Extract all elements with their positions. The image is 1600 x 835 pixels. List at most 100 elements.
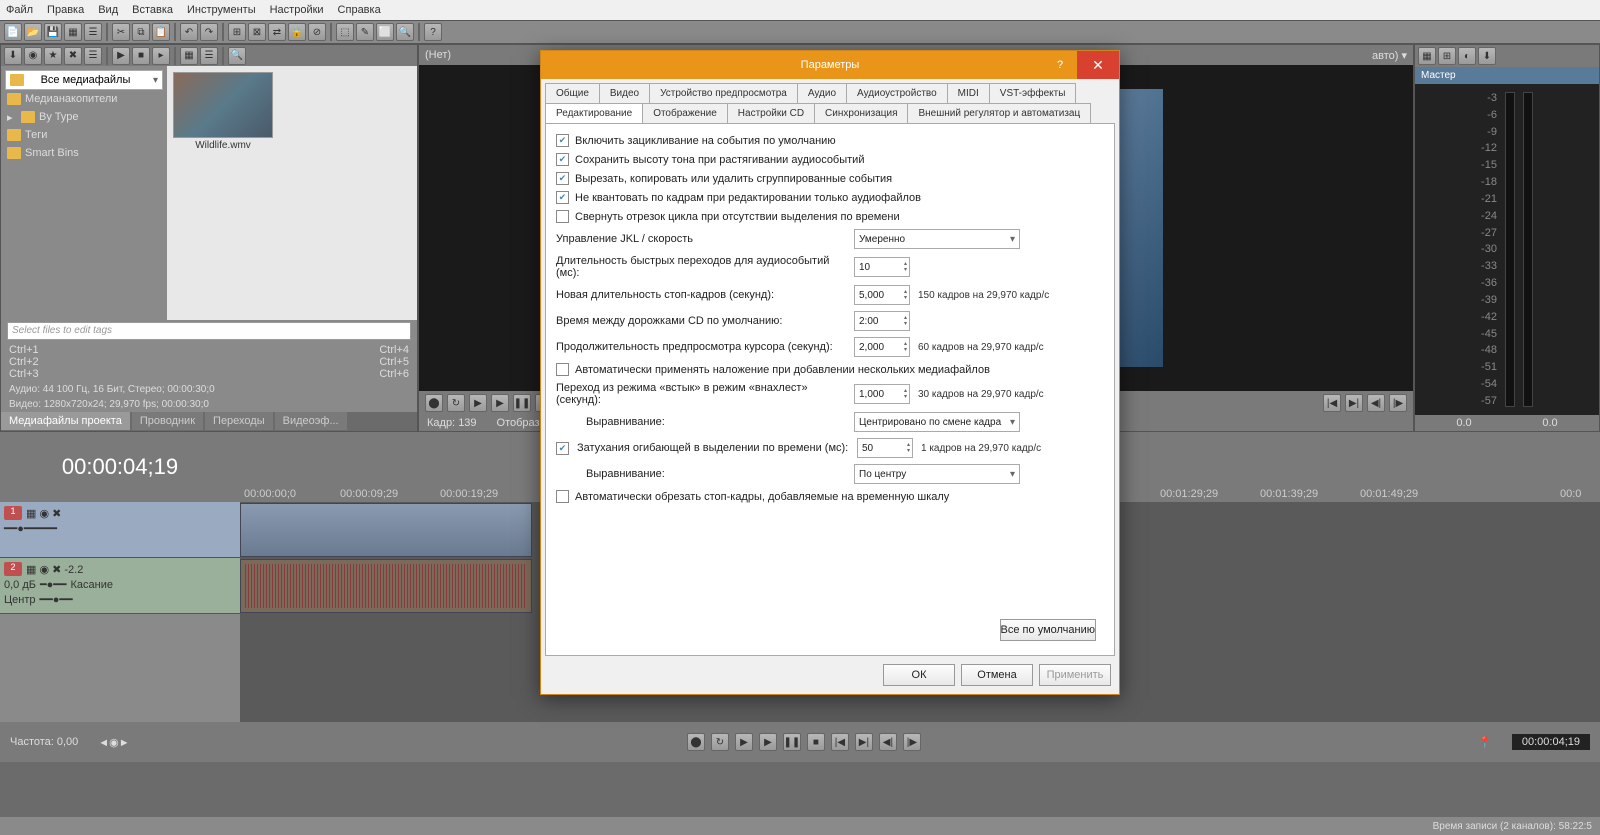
snap-icon[interactable]: ⊞ <box>228 23 246 41</box>
chk-quantize[interactable]: ✔ <box>556 191 569 204</box>
sel-jkl[interactable]: Умеренно <box>854 229 1020 249</box>
media-item[interactable]: Wildlife.wmv <box>173 72 273 151</box>
menu-insert[interactable]: Вставка <box>132 4 173 16</box>
tab-external[interactable]: Внешний регулятор и автоматизац <box>907 103 1091 123</box>
transport-loop-icon[interactable]: ↻ <box>711 733 729 751</box>
dialog-close-icon[interactable]: ✕ <box>1077 51 1119 79</box>
tree-all-media[interactable]: Все медиафайлы <box>5 70 163 90</box>
scrub-handle-icon[interactable]: ◄◉► <box>98 736 129 749</box>
autoplay-icon[interactable]: ▸ <box>152 47 170 65</box>
marker-icon[interactable]: 📍 <box>1478 736 1492 749</box>
tab-video[interactable]: Видео <box>599 83 650 103</box>
tab-general[interactable]: Общие <box>545 83 600 103</box>
normal-tool-icon[interactable]: ⬚ <box>336 23 354 41</box>
btn-defaults[interactable]: Все по умолчанию <box>1000 619 1096 641</box>
media-fx-icon[interactable]: ★ <box>44 47 62 65</box>
chk-pitch[interactable]: ✔ <box>556 153 569 166</box>
ignore-icon[interactable]: ⊘ <box>308 23 326 41</box>
undo-icon[interactable]: ↶ <box>180 23 198 41</box>
transport-position[interactable]: 00:00:04;19 <box>1512 734 1590 750</box>
tab-editing[interactable]: Редактирование <box>545 103 643 123</box>
tab-vst[interactable]: VST-эффекты <box>989 83 1077 103</box>
paste-icon[interactable]: 📋 <box>152 23 170 41</box>
tab-midi[interactable]: MIDI <box>947 83 990 103</box>
audio-track-header[interactable]: 2▦ ◉ ✖ -2.2 0,0 дБ ━●━━ Касание Центр ━━… <box>0 558 240 614</box>
master-insert-icon[interactable]: ⊞ <box>1438 47 1456 65</box>
transport-pause-icon[interactable]: ❚❚ <box>783 733 801 751</box>
chk-fades[interactable]: ✔ <box>556 442 569 455</box>
transport-playstart-icon[interactable]: ▶ <box>735 733 753 751</box>
menu-view[interactable]: Вид <box>98 4 118 16</box>
tree-drives[interactable]: Медианакопители <box>5 90 163 108</box>
stop-icon[interactable]: ■ <box>132 47 150 65</box>
chk-collapse[interactable] <box>556 210 569 223</box>
envelope-tool-icon[interactable]: ✎ <box>356 23 374 41</box>
redo-icon[interactable]: ↷ <box>200 23 218 41</box>
copy-icon[interactable]: ⧉ <box>132 23 150 41</box>
select-tool-icon[interactable]: ⬜ <box>376 23 394 41</box>
btn-ok[interactable]: ОК <box>883 664 955 686</box>
help-tool-icon[interactable]: ? <box>424 23 442 41</box>
spin-fade[interactable]: 50 <box>857 438 913 458</box>
spin-still[interactable]: 5,000 <box>854 285 910 305</box>
dialog-titlebar[interactable]: Параметры ? ✕ <box>541 51 1119 79</box>
btn-apply[interactable]: Применить <box>1039 664 1111 686</box>
tree-tags[interactable]: Теги <box>5 126 163 144</box>
chk-overlap[interactable] <box>556 363 569 376</box>
zoom-tool-icon[interactable]: 🔍 <box>396 23 414 41</box>
menu-settings[interactable]: Настройки <box>270 4 324 16</box>
tab-audio-device[interactable]: Аудиоустройство <box>846 83 948 103</box>
master-fx-icon[interactable]: ▦ <box>1418 47 1436 65</box>
chk-grouped[interactable]: ✔ <box>556 172 569 185</box>
autoripple-icon[interactable]: ⇄ <box>268 23 286 41</box>
master-down-icon[interactable]: ⬇ <box>1478 47 1496 65</box>
spin-cursor[interactable]: 2,000 <box>854 337 910 357</box>
cut-icon[interactable]: ✂ <box>112 23 130 41</box>
preview-goend-icon[interactable]: ▶| <box>1345 394 1363 412</box>
tab-preview-device[interactable]: Устройство предпросмотра <box>649 83 798 103</box>
tags-input[interactable]: Select files to edit tags <box>7 322 411 340</box>
tab-explorer[interactable]: Проводник <box>132 412 203 430</box>
transport-stop-icon[interactable]: ■ <box>807 733 825 751</box>
render-icon[interactable]: ▦ <box>64 23 82 41</box>
menu-edit[interactable]: Правка <box>47 4 84 16</box>
menu-file[interactable]: Файл <box>6 4 33 16</box>
video-clip[interactable] <box>240 503 532 557</box>
tab-transitions[interactable]: Переходы <box>205 412 273 430</box>
preview-quality-dropdown[interactable]: авто) ▾ <box>1372 49 1407 62</box>
transport-nextframe-icon[interactable]: |▶ <box>903 733 921 751</box>
preview-play-start-icon[interactable]: ▶ <box>469 394 487 412</box>
preview-record-icon[interactable]: ⬤ <box>425 394 443 412</box>
transport-record-icon[interactable]: ⬤ <box>687 733 705 751</box>
tab-cd[interactable]: Настройки CD <box>727 103 815 123</box>
sel-align2[interactable]: По центру <box>854 464 1020 484</box>
capture-icon[interactable]: ◉ <box>24 47 42 65</box>
preview-gostart-icon[interactable]: |◀ <box>1323 394 1341 412</box>
tree-bytype[interactable]: ▸By Type <box>5 108 163 126</box>
tree-smartbins[interactable]: Smart Bins <box>5 144 163 162</box>
transport-gostart-icon[interactable]: |◀ <box>831 733 849 751</box>
play-icon[interactable]: ▶ <box>112 47 130 65</box>
remove-icon[interactable]: ✖ <box>64 47 82 65</box>
preview-loop-icon[interactable]: ↻ <box>447 394 465 412</box>
open-icon[interactable]: 📂 <box>24 23 42 41</box>
views-icon[interactable]: ▦ <box>180 47 198 65</box>
master-dim-icon[interactable]: ◐ <box>1458 47 1476 65</box>
menu-tools[interactable]: Инструменты <box>187 4 256 16</box>
tab-videofx[interactable]: Видеоэф... <box>275 412 347 430</box>
spin-cut[interactable]: 1,000 <box>854 384 910 404</box>
new-icon[interactable]: 📄 <box>4 23 22 41</box>
autocross-icon[interactable]: ⊠ <box>248 23 266 41</box>
tab-project-media[interactable]: Медиафайлы проекта <box>1 412 130 430</box>
chk-autocrop[interactable] <box>556 490 569 503</box>
video-track-header[interactable]: 1▦ ◉ ✖ ━━●━━━━━ <box>0 502 240 558</box>
spin-cd[interactable]: 2:00 <box>854 311 910 331</box>
spin-fast[interactable]: 10 <box>854 257 910 277</box>
preview-nextframe-icon[interactable]: |▶ <box>1389 394 1407 412</box>
properties-icon[interactable]: ☰ <box>84 23 102 41</box>
preview-play-icon[interactable]: ▶ <box>491 394 509 412</box>
transport-play-icon[interactable]: ▶ <box>759 733 777 751</box>
btn-cancel[interactable]: Отмена <box>961 664 1033 686</box>
tab-display[interactable]: Отображение <box>642 103 728 123</box>
transport-goend-icon[interactable]: ▶| <box>855 733 873 751</box>
